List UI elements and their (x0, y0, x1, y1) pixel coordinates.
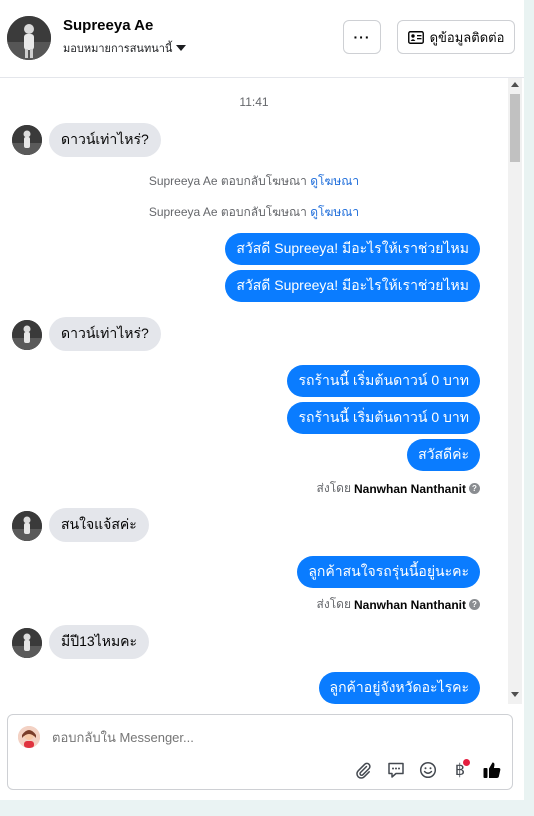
timestamp: 11:41 (239, 95, 269, 109)
page-avatar (18, 726, 40, 748)
contact-card-icon (407, 30, 424, 44)
ad-reply-notice: Supreeya Ae ตอบกลับโฆษณา ดูโฆษณา (0, 203, 508, 222)
outgoing-message: รถร้านนี้ เริ่มต้นดาวน์ 0 บาท (287, 365, 480, 397)
outgoing-message: ลูกค้าสนใจรถรุ่นนี้อยู่นะคะ (297, 556, 480, 588)
view-contact-button[interactable]: ดูข้อมูลติดต่อ (397, 20, 515, 54)
caret-down-icon (176, 45, 187, 51)
outgoing-message: สวัสดี Supreeya! มีอะไรให้เราช่วยไหม (225, 233, 480, 265)
conversation-header: Supreeya Ae มอบหมายการสนทนานี้ ··· ดูข้อ… (0, 0, 524, 78)
scroll-up-icon[interactable] (511, 82, 519, 87)
question-icon[interactable]: ? (469, 483, 480, 494)
chat-bubble-icon[interactable] (385, 759, 407, 781)
thread-scrollbar[interactable] (508, 78, 522, 704)
ad-reply-text: Supreeya Ae ตอบกลับโฆษณา (148, 174, 307, 188)
paperclip-icon[interactable] (352, 759, 374, 781)
notification-dot (463, 759, 470, 766)
incoming-message: สนใจแจ้สค่ะ (49, 508, 149, 542)
scroll-thumb[interactable] (510, 94, 520, 162)
more-options-button[interactable]: ··· (343, 20, 381, 54)
sender-avatar (12, 511, 42, 541)
sender-avatar (12, 320, 42, 350)
outgoing-message: สวัสดี Supreeya! มีอะไรให้เราช่วยไหม (225, 270, 480, 302)
sent-by-label: ส่งโดย Nanwhan Nanthanit ? (317, 595, 480, 614)
sent-by-prefix: ส่งโดย (316, 481, 351, 495)
ad-reply-notice: Supreeya Ae ตอบกลับโฆษณา ดูโฆษณา (0, 172, 508, 191)
message-thread: 11:41 ดาวน์เท่าไหร่? Supreeya Ae ตอบกลับ… (0, 78, 508, 704)
scroll-down-icon[interactable] (511, 692, 519, 697)
view-ad-link[interactable]: ดูโฆษณา (310, 174, 359, 188)
sender-name: Nanwhan Nanthanit (353, 597, 466, 612)
reply-input[interactable] (52, 730, 352, 745)
sender-avatar (12, 125, 42, 155)
incoming-message: ดาวน์เท่าไหร่? (49, 317, 161, 351)
sent-by-prefix: ส่งโดย (316, 597, 351, 611)
sender-avatar (12, 628, 42, 658)
contact-avatar[interactable] (7, 16, 51, 60)
reply-composer: ฿ (7, 714, 513, 790)
contact-name: Supreeya Ae (63, 17, 154, 34)
view-ad-link[interactable]: ดูโฆษณา (310, 205, 359, 219)
ellipsis-icon: ··· (353, 29, 371, 45)
window-edge (0, 800, 534, 816)
sent-by-label: ส่งโดย Nanwhan Nanthanit ? (317, 479, 480, 498)
ad-reply-text: Supreeya Ae ตอบกลับโฆษณา (148, 205, 307, 219)
outgoing-message: รถร้านนี้ เริ่มต้นดาวน์ 0 บาท (287, 402, 480, 434)
incoming-message: มีปี13ไหมคะ (49, 625, 150, 659)
view-contact-label: ดูข้อมูลติดต่อ (429, 29, 505, 45)
assign-label: มอบหมายการสนทนานี้ (63, 43, 173, 55)
outgoing-message: สวัสดีค่ะ (407, 439, 480, 471)
thumbs-up-icon[interactable] (481, 759, 503, 781)
question-icon[interactable]: ? (469, 599, 480, 610)
baht-icon[interactable]: ฿ (449, 759, 471, 781)
assign-dropdown[interactable]: มอบหมายการสนทนานี้ (63, 39, 187, 57)
emoji-icon[interactable] (417, 759, 439, 781)
incoming-message: ดาวน์เท่าไหร่? (49, 123, 161, 157)
window-edge (524, 0, 534, 816)
sender-name: Nanwhan Nanthanit (353, 481, 466, 496)
outgoing-message: ลูกค้าอยู่จังหวัดอะไรคะ (318, 672, 480, 704)
conversation-panel: Supreeya Ae มอบหมายการสนทนานี้ ··· ดูข้อ… (0, 0, 524, 800)
